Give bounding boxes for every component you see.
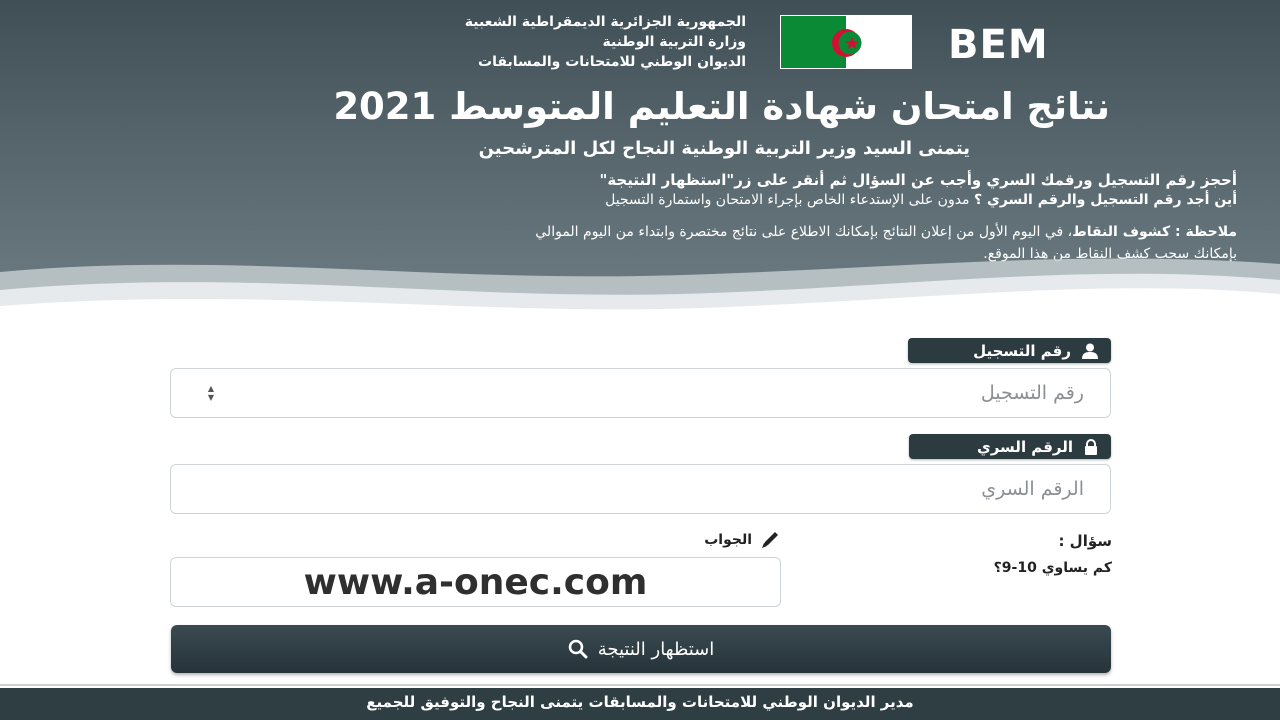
instruction-where-answer: مدون على الإستدعاء الخاص بإجراء الامتحان… [605, 192, 975, 208]
question-label: سؤال : [1058, 532, 1112, 550]
bem-badge: BEM [948, 22, 1049, 68]
number-spinner[interactable]: ▲ ▼ [199, 379, 223, 407]
note-label: ملاحظة : كشوف النقاط [1072, 224, 1237, 240]
note-text: ملاحظة : كشوف النقاط، في اليوم الأول من … [150, 222, 1237, 242]
ministry-line: الجمهورية الجزائرية الديمقراطية الشعبية [464, 14, 746, 30]
header-banner: BEM الجمهورية الجزائرية الديمقراطية الشع… [0, 0, 1280, 330]
show-result-button[interactable]: استظهار النتيجة [171, 625, 1111, 673]
answer-label-text: الجواب [704, 532, 752, 548]
algeria-flag [780, 15, 912, 69]
answer-input[interactable] [170, 557, 781, 607]
secret-label-text: الرقم السري [976, 437, 1073, 456]
instruction-where-text: أين أجد رقم التسجيل والرقم السري ؟ مدون … [150, 190, 1237, 210]
secret-label: الرقم السري [909, 434, 1111, 459]
show-result-label: استظهار النتيجة [597, 638, 715, 660]
search-icon [568, 639, 588, 659]
registration-input[interactable] [170, 368, 1111, 418]
registration-label: رقم التسجيل [908, 338, 1111, 363]
secret-input[interactable] [170, 464, 1111, 514]
registration-label-text: رقم التسجيل [973, 341, 1071, 360]
instruction-text: أحجز رقم التسجيل ورقمك السري وأجب عن الس… [599, 171, 1237, 189]
question-text: كم يساوي 10-9؟ [993, 560, 1112, 576]
spinner-down-icon[interactable]: ▼ [208, 393, 214, 402]
page-subtitle: يتمنى السيد وزير التربية الوطنية النجاح … [478, 138, 970, 159]
footer-divider [0, 684, 1280, 686]
user-icon [1082, 343, 1098, 359]
spinner-up-icon[interactable]: ▲ [208, 384, 214, 393]
answer-label: الجواب [660, 531, 780, 549]
pencil-icon [762, 532, 778, 548]
header-wave [0, 258, 1280, 330]
page-title: نتائج امتحان شهادة التعليم المتوسط 2021 [333, 85, 1110, 128]
note-body: ، في اليوم الأول من إعلان النتائج بإمكان… [535, 224, 1073, 240]
crescent-star-icon [832, 29, 862, 57]
instruction-where-question: أين أجد رقم التسجيل والرقم السري ؟ [974, 192, 1237, 208]
ministry-line: وزارة التربية الوطنية [602, 34, 746, 50]
footer-message: مدير الديوان الوطني للامتحانات والمسابقا… [0, 688, 1280, 720]
lock-icon [1085, 438, 1097, 455]
ministry-heading: الجمهورية الجزائرية الديمقراطية الشعبية … [326, 12, 746, 72]
ministry-line: الديوان الوطني للامتحانات والمسابقات [478, 54, 746, 70]
